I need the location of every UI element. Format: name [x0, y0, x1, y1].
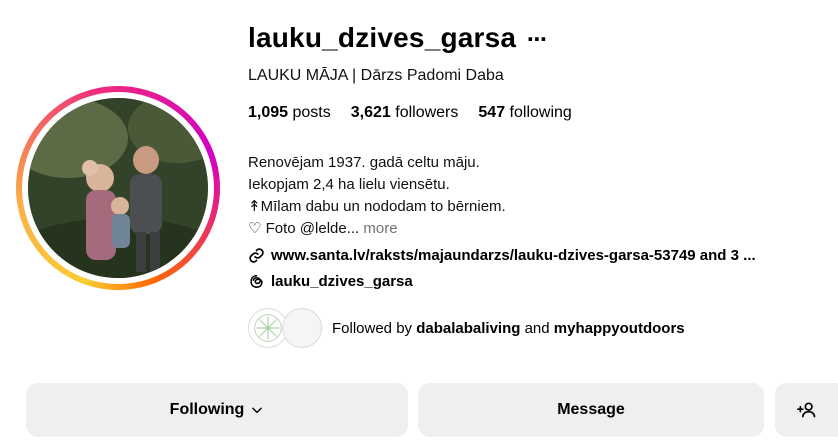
profile-link[interactable]: www.santa.lv/raksts/majaundarzs/lauku-dz… [248, 247, 756, 264]
followed-by-and: and [524, 319, 550, 337]
following-button[interactable]: Following [26, 383, 408, 437]
bio-more-link[interactable]: more [363, 220, 397, 237]
following-button-label: Following [169, 401, 245, 418]
profile-username: lauku_dzives_garsa [248, 22, 517, 53]
followed-by-prefix: Followed by [332, 319, 413, 337]
threads-icon [250, 275, 263, 288]
followers-stat[interactable]: 3,621 followers [351, 104, 459, 122]
avatar[interactable] [28, 98, 208, 278]
followed-by[interactable]: Followed by dabalabaliving and myhappyou… [248, 308, 685, 348]
link-icon [249, 248, 264, 263]
profile-bio: Renovējam 1937. gadā celtu māju. Iekopja… [248, 152, 506, 240]
chevron-down-icon [252, 407, 263, 414]
following-count: 547 [478, 104, 506, 121]
message-button[interactable]: Message [418, 383, 764, 437]
posts-stat: 1,095 posts [248, 104, 331, 122]
profile-avatar-ring[interactable] [16, 86, 220, 290]
add-person-icon [796, 402, 815, 418]
followed-by-user[interactable]: dabalabaliving [416, 320, 520, 337]
followers-label: followers [395, 104, 459, 121]
bio-line: ↟Mīlam dabu un nododam to bērniem. [248, 198, 506, 215]
avatar-photo [28, 98, 208, 278]
bio-line: Renovējam 1937. gadā celtu māju. [248, 154, 480, 171]
followed-by-text: Followed by dabalabaliving and myhappyou… [332, 320, 685, 337]
threads-link[interactable]: lauku_dzives_garsa [248, 273, 413, 290]
follower-avatar [282, 308, 322, 348]
following-label: following [509, 104, 572, 121]
profile-link-text: www.santa.lv/raksts/majaundarzs/lauku-dz… [271, 247, 756, 264]
threads-username: lauku_dzives_garsa [271, 273, 413, 290]
followed-by-user[interactable]: myhappyoutdoors [554, 320, 685, 337]
bio-line: Iekopjam 2,4 ha lielu viensētu. [248, 176, 450, 193]
posts-label: posts [292, 104, 331, 121]
posts-count: 1,095 [248, 104, 289, 121]
following-stat[interactable]: 547 following [478, 104, 571, 122]
suggested-users-button[interactable] [775, 383, 838, 437]
more-options-icon[interactable]: ⋯ [527, 27, 547, 52]
followers-count: 3,621 [350, 104, 391, 121]
message-button-label: Message [557, 401, 625, 418]
bio-line: ♡ Foto @lelde... more [248, 218, 506, 240]
profile-stats: 1,095 posts 3,621 followers 547 followin… [248, 104, 572, 122]
bio-line-text: ♡ Foto @lelde... [248, 220, 360, 237]
profile-fullname: LAUKU MĀJA | Dārzs Padomi Daba [248, 67, 504, 84]
